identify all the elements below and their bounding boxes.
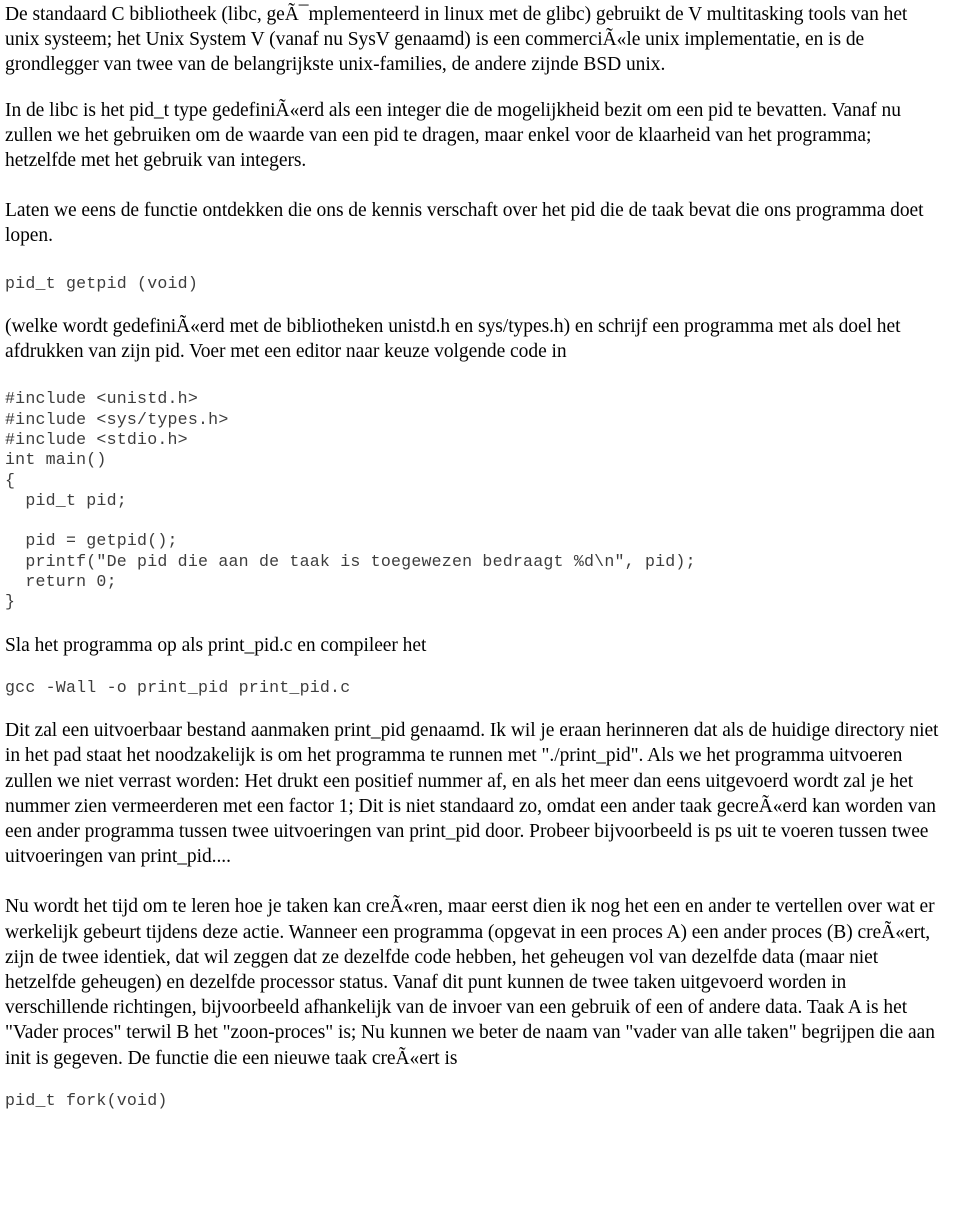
code-signature-getpid: pid_t getpid (void)	[5, 273, 198, 293]
paragraph-uitvoerbaar-bestand: Dit zal een uitvoerbaar bestand aanmaken…	[5, 720, 939, 868]
code-command-gcc-compile: gcc -Wall -o print_pid print_pid.c	[5, 677, 351, 697]
paragraph-intro-libc: De standaard C bibliotheek (libc, geÃ¯mp…	[5, 4, 908, 76]
code-signature-fork: pid_t fork(void)	[5, 1090, 168, 1110]
paragraph-functie-ontdekken: Laten we eens de functie ontdekken die o…	[5, 200, 924, 247]
paragraph-bibliotheken-unistd: (welke wordt gedefiniÃ«erd met de biblio…	[5, 315, 901, 363]
code-block-print-pid-source: #include <unistd.h> #include <sys/types.…	[5, 389, 696, 612]
document-page: De standaard C bibliotheek (libc, geÃ¯mp…	[0, 0, 960, 1111]
paragraph-taken-creeren-vader-zoon: Nu wordt het tijd om te leren hoe je tak…	[5, 896, 935, 1069]
paragraph-pid-t-type: In de libc is het pid_t type gedefiniÃ«e…	[5, 99, 901, 172]
paragraph-sla-op-compileer: Sla het programma op als print_pid.c en …	[5, 634, 427, 656]
